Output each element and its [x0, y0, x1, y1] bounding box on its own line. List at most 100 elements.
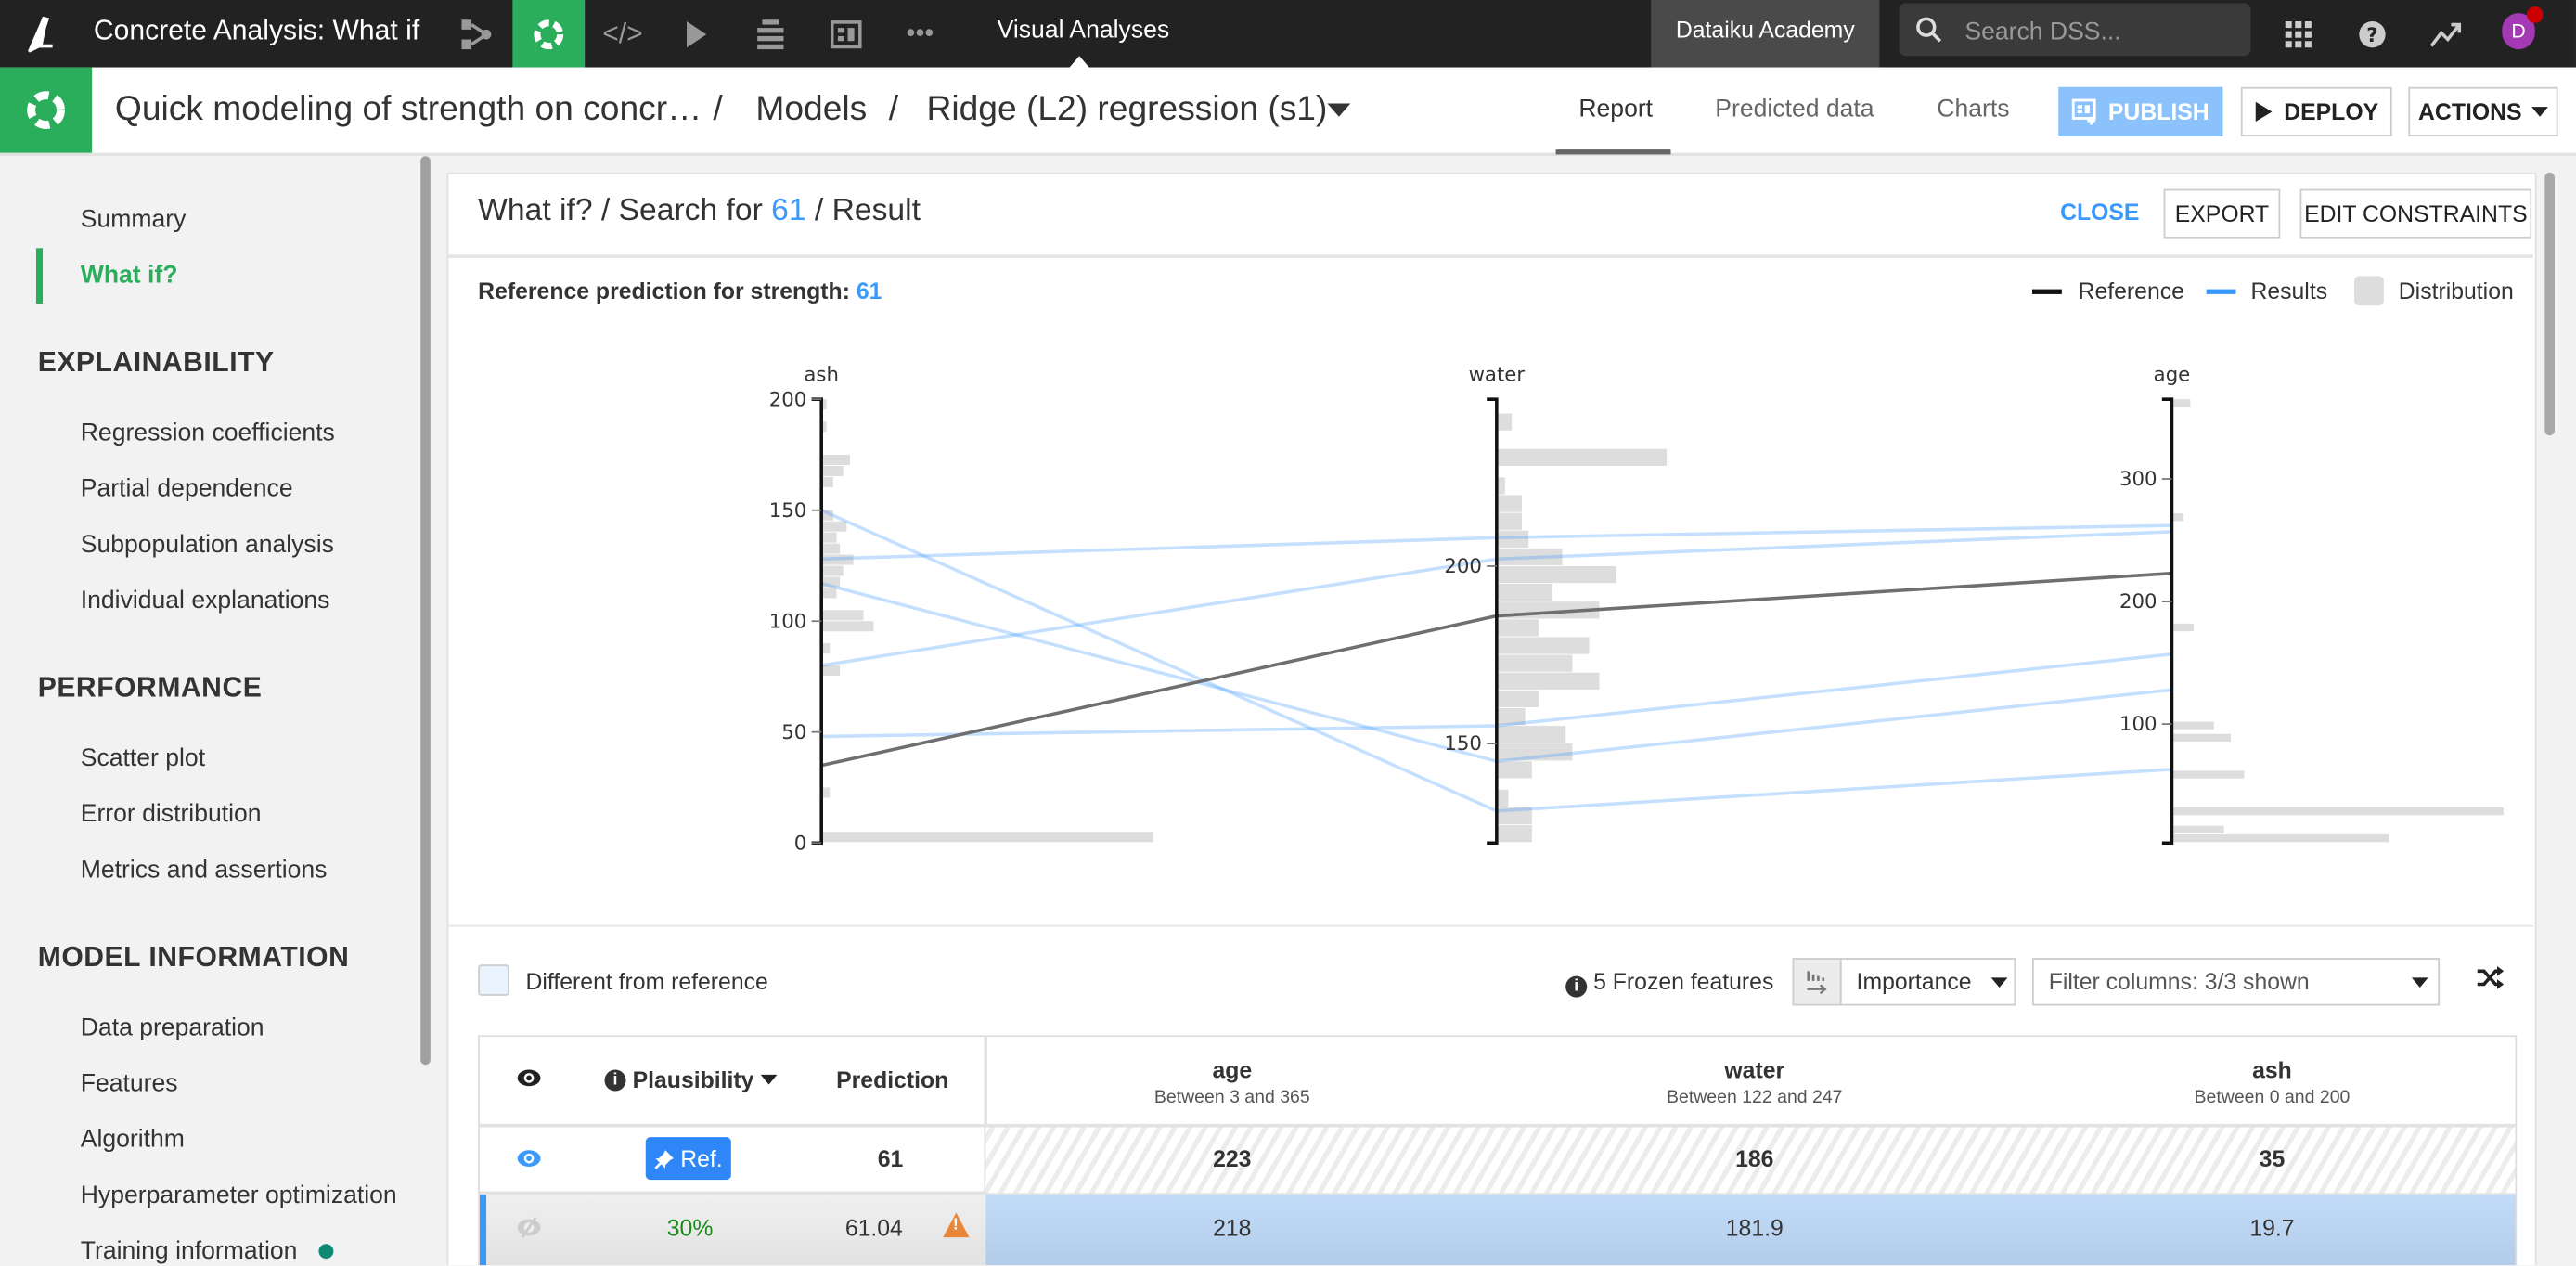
divider	[448, 254, 2533, 258]
sidebar-item-subpopulation-analysis[interactable]: Subpopulation analysis	[81, 531, 334, 559]
search-input[interactable]	[1961, 3, 2248, 59]
distribution-bar-age	[2173, 733, 2231, 743]
distribution-bar-water	[1498, 761, 1532, 779]
project-title[interactable]: Concrete Analysis: What if	[94, 0, 419, 68]
breadcrumb-analysis[interactable]: Quick modeling of strength on concr…	[115, 68, 702, 153]
sidebar-item-features[interactable]: Features	[81, 1070, 178, 1098]
reference-badge[interactable]: Ref.	[645, 1137, 731, 1181]
column-range-ash: Between 0 and 200	[2194, 1088, 2351, 1108]
dashboard-icon[interactable]	[810, 0, 882, 68]
reference-prediction: Reference prediction for strength: 61	[478, 278, 882, 304]
visibility-eye-icon[interactable]	[516, 1066, 542, 1098]
legend-reference-swatch	[2031, 289, 2062, 294]
warning-exclamation: !	[952, 1216, 959, 1234]
tab-charts[interactable]: Charts	[1937, 68, 2009, 153]
distribution-bar-ash	[822, 832, 1153, 843]
tab-predicted-data[interactable]: Predicted data	[1715, 68, 1874, 153]
svg-text:?: ?	[2366, 23, 2377, 46]
tick-label-ash: 200	[769, 388, 807, 411]
run-icon[interactable]	[661, 0, 733, 68]
tick-label-ash: 50	[781, 721, 806, 744]
distribution-bar-water	[1498, 619, 1539, 637]
title-prefix: What if? / Search for	[478, 193, 772, 229]
frozen-features[interactable]: i 5 Frozen features	[1565, 968, 1773, 998]
apps-grid-icon[interactable]	[2273, 0, 2323, 68]
sidebar-item-training-information[interactable]: Training information	[81, 1237, 298, 1265]
sidebar-item-data-preparation[interactable]: Data preparation	[81, 1014, 264, 1041]
sidebar-item-what-if[interactable]: What if?	[81, 261, 178, 289]
column-header-water[interactable]: water	[1591, 1056, 1919, 1082]
reference-badge-label: Ref.	[680, 1144, 723, 1172]
more-icon[interactable]: •••	[883, 0, 956, 68]
reference-ash-cell[interactable]: 35	[2107, 1145, 2436, 1171]
row-hidden-eye-slash-icon[interactable]	[516, 1216, 542, 1247]
model-header-bar: Quick modeling of strength on concr… / M…	[0, 67, 2576, 157]
sidebar-item-regression-coefficients[interactable]: Regression coefficients	[81, 419, 335, 446]
column-header-ash[interactable]: ash	[2107, 1056, 2436, 1082]
sidebar-item-summary[interactable]: Summary	[81, 205, 187, 233]
sidebar-item-algorithm[interactable]: Algorithm	[81, 1126, 185, 1154]
sidebar-item-partial-dependence[interactable]: Partial dependence	[81, 475, 293, 503]
distribution-bar-age	[2173, 399, 2191, 407]
breadcrumb-model[interactable]: Ridge (L2) regression (s1)	[927, 68, 1328, 153]
age-cell[interactable]: 218	[1068, 1214, 1397, 1240]
section-label[interactable]: Visual Analyses	[998, 0, 1170, 61]
sidebar-item-individual-explanations[interactable]: Individual explanations	[81, 587, 330, 614]
close-button[interactable]: CLOSE	[2060, 199, 2139, 225]
deployer-icon[interactable]	[734, 0, 806, 68]
distribution-bar-age	[2173, 513, 2184, 522]
publish-button[interactable]: PUBLISH	[2058, 86, 2223, 136]
axis-line-age	[2161, 397, 2174, 845]
distribution-bar-age	[2173, 623, 2195, 632]
search-box[interactable]	[1899, 3, 2251, 59]
sidebar-item-error-distribution[interactable]: Error distribution	[81, 800, 262, 828]
help-icon[interactable]: ?	[2348, 0, 2397, 68]
distribution-bar-water	[1498, 565, 1616, 584]
selected-row-indicator	[479, 1195, 487, 1266]
legend-results-label: Results	[2250, 278, 2328, 304]
distribution-bar-water	[1498, 477, 1505, 495]
main-scrollbar[interactable]	[2544, 172, 2555, 436]
search-icon	[1916, 17, 1942, 43]
distribution-histograms	[822, 399, 2504, 843]
plausibility-header[interactable]: i Plausibility	[604, 1066, 778, 1092]
activity-trend-icon[interactable]	[2422, 0, 2471, 68]
export-button[interactable]: EXPORT	[2163, 188, 2281, 239]
column-header-age[interactable]: age	[1068, 1056, 1397, 1082]
sidebar	[0, 156, 431, 1266]
org-label[interactable]: Dataiku Academy	[1651, 0, 1880, 68]
edit-constraints-button[interactable]: EDIT CONSTRAINTS	[2299, 188, 2532, 239]
reference-water-cell[interactable]: 186	[1591, 1145, 1919, 1171]
sidebar-item-metrics-and-assertions[interactable]: Metrics and assertions	[81, 856, 328, 884]
model-switch-caret-icon[interactable]	[1327, 103, 1351, 117]
distribution-bar-water	[1498, 413, 1513, 431]
row-visible-eye-icon[interactable]	[516, 1147, 542, 1179]
sidebar-scrollbar[interactable]	[420, 156, 431, 1066]
distribution-bar-water	[1498, 825, 1532, 843]
distribution-bar-water	[1498, 448, 1668, 466]
breadcrumb-models[interactable]: Models	[755, 68, 867, 153]
sidebar-item-hyperparameter-optimization[interactable]: Hyperparameter optimization	[81, 1182, 397, 1209]
distribution-bar-water	[1498, 789, 1509, 807]
dataiku-bird-logo[interactable]	[19, 11, 62, 62]
shuffle-icon[interactable]	[2476, 964, 2505, 999]
reference-age-cell[interactable]: 223	[1068, 1145, 1397, 1171]
chevron-down-icon	[2411, 977, 2428, 988]
actions-button[interactable]: ACTIONS	[2408, 86, 2558, 136]
sidebar-item-scatter-plot[interactable]: Scatter plot	[81, 744, 205, 772]
filter-columns-select[interactable]: Filter columns: 3/3 shown	[2031, 958, 2441, 1006]
ash-cell[interactable]: 19.7	[2107, 1214, 2436, 1240]
lab-icon[interactable]	[512, 0, 586, 68]
flow-icon[interactable]	[440, 0, 512, 68]
code-icon[interactable]: </>	[586, 0, 659, 68]
legend-distribution-swatch	[2353, 276, 2384, 306]
sort-order-button[interactable]	[1792, 958, 1842, 1006]
water-cell[interactable]: 181.9	[1591, 1214, 1919, 1240]
deploy-button[interactable]: DEPLOY	[2240, 86, 2392, 136]
prediction-header[interactable]: Prediction	[836, 1066, 948, 1092]
sort-by-select[interactable]: Importance	[1839, 958, 2016, 1006]
tab-report[interactable]: Report	[1578, 68, 1653, 153]
lab-logo-icon[interactable]	[0, 67, 93, 153]
axis-label-water: water	[1469, 364, 1526, 387]
plausibility-cell: 30%	[666, 1214, 714, 1241]
